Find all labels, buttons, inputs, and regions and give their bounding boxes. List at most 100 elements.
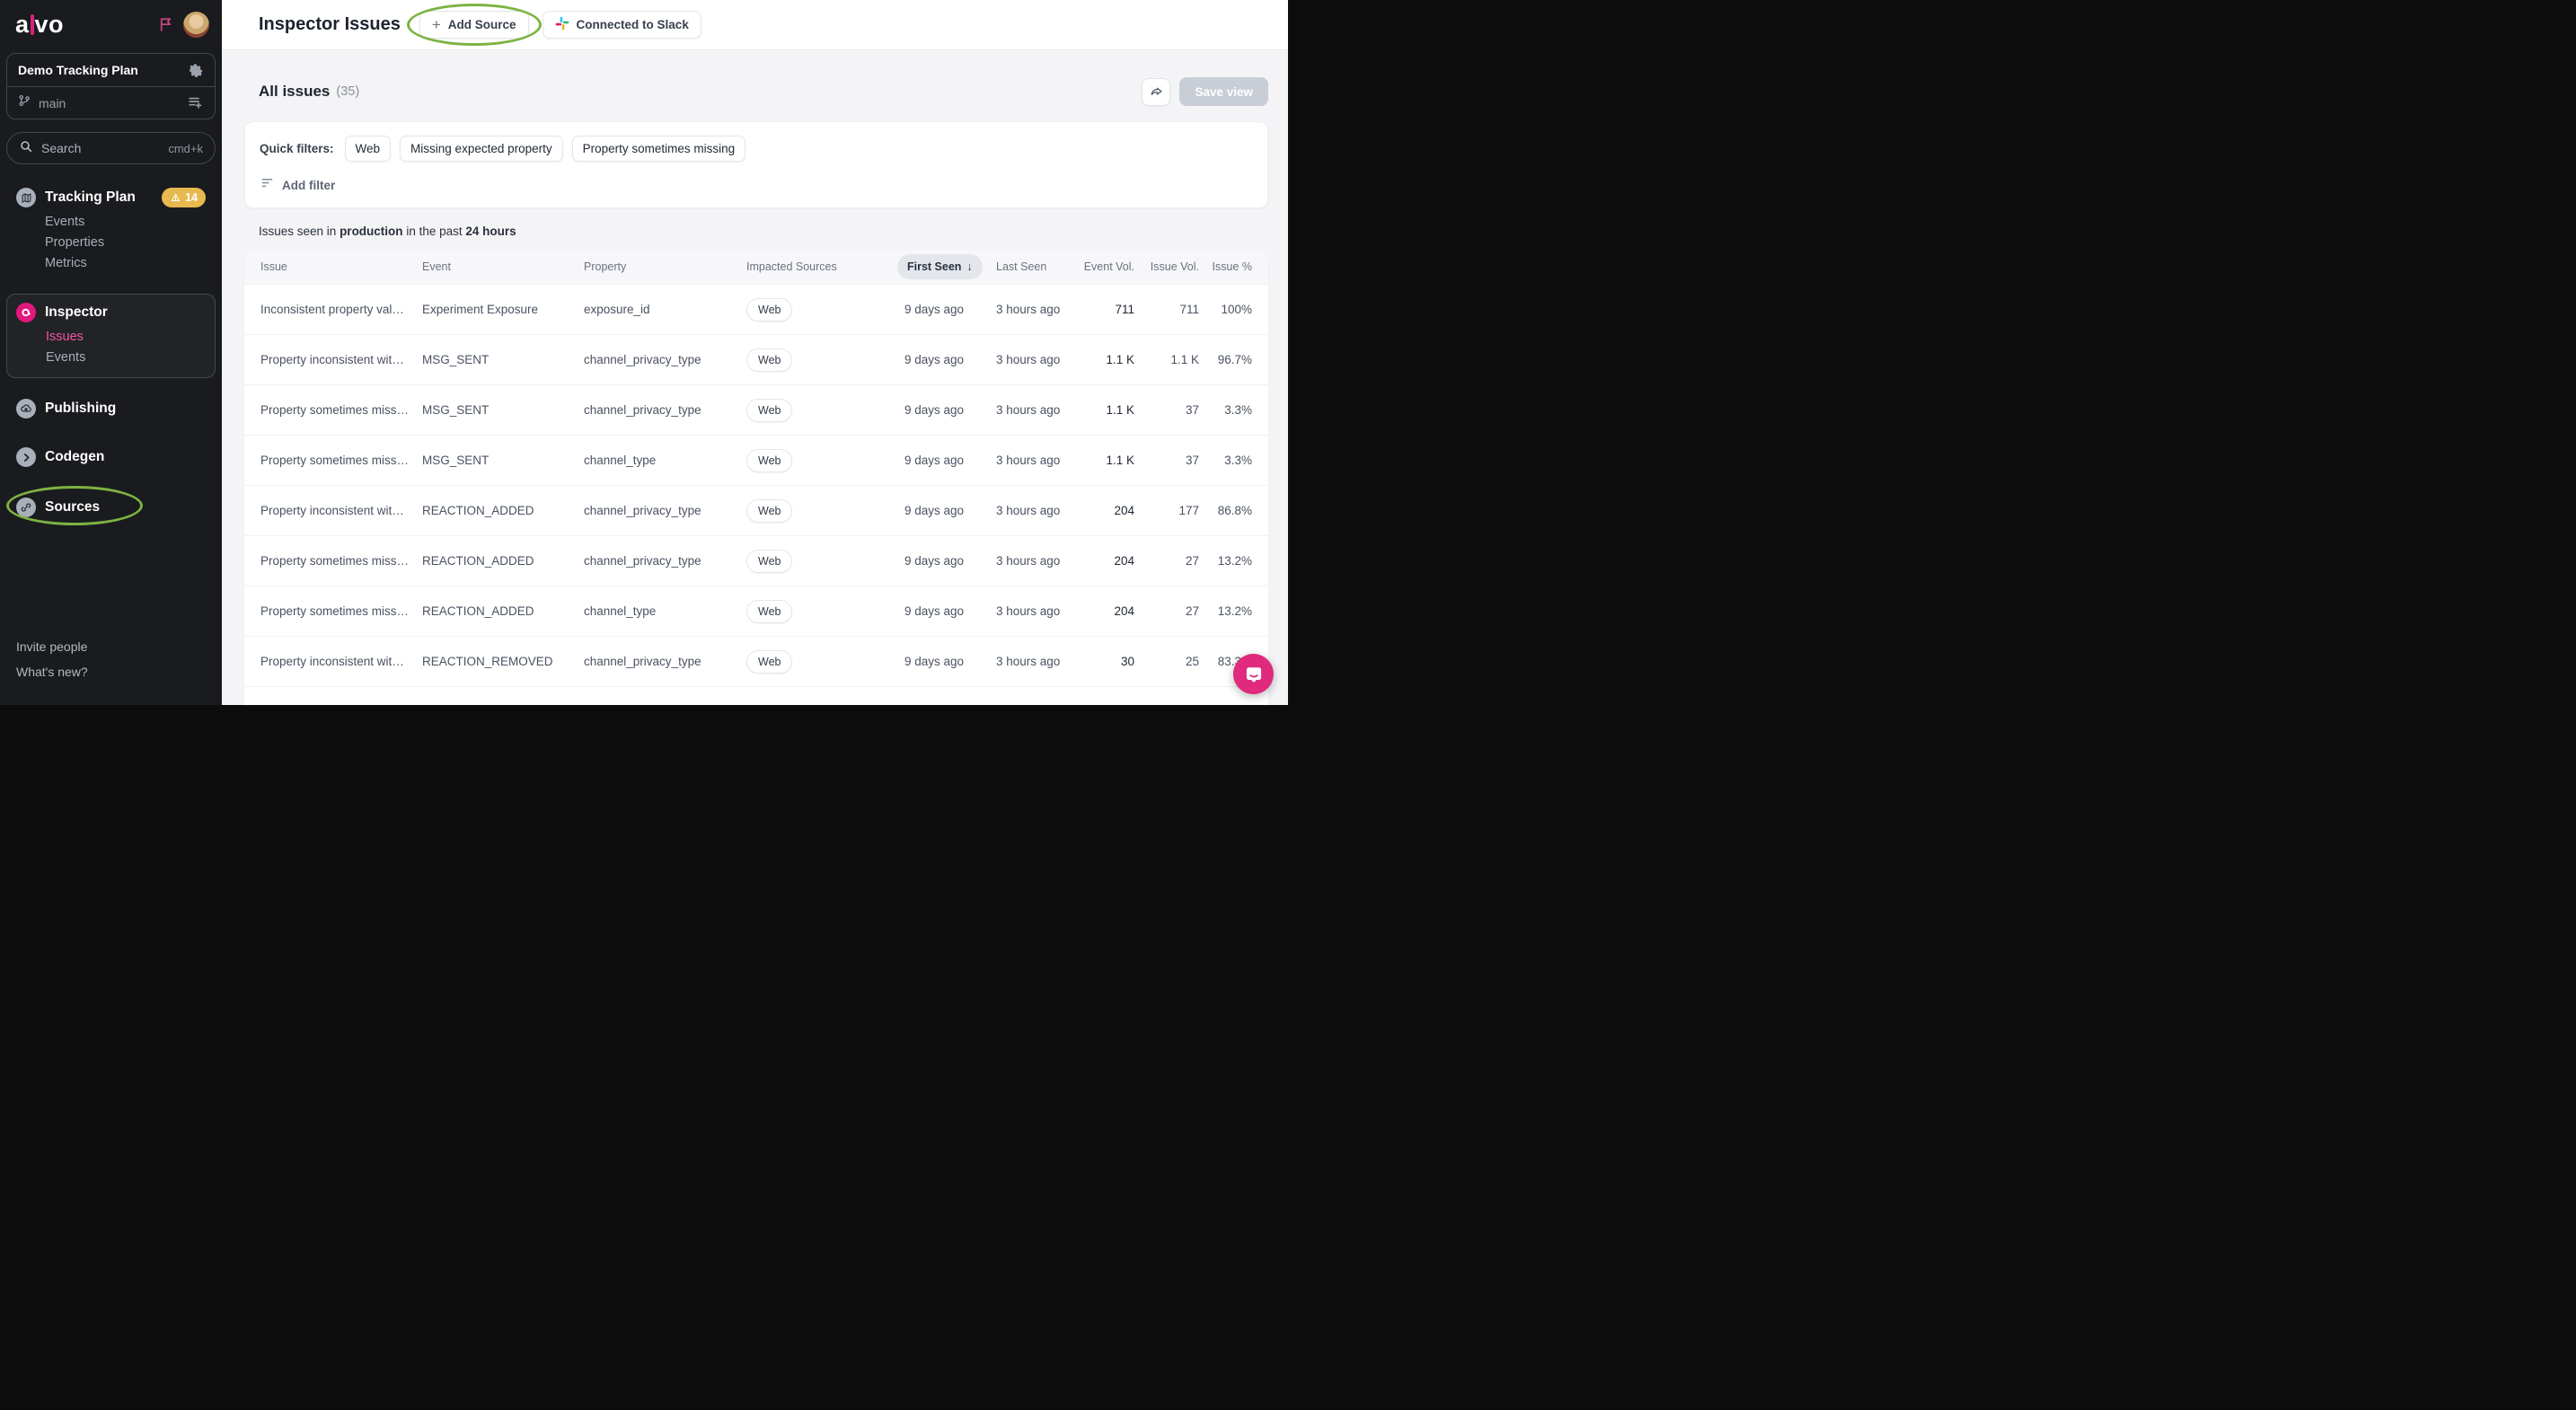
sidebar-item-inspector[interactable]: Inspector [7,299,215,326]
view-count: (35) [336,84,359,99]
content: All issues (35) Save view Quick filters:… [222,50,1288,705]
chat-bubble-button[interactable] [1233,654,1274,694]
col-issue[interactable]: Issue [260,260,422,273]
tracking-plan-sublist: Events Properties Metrics [6,212,216,274]
flag-icon[interactable] [157,15,174,34]
table-row[interactable]: Property inconsistent with tr… REACTION_… [244,485,1268,535]
avo-logo-pink-bar [31,14,34,35]
sidebar-item-codegen[interactable]: Codegen [6,444,216,471]
plus-icon: + [432,16,441,34]
source-badge: Web [746,499,792,523]
col-property[interactable]: Property [584,260,746,273]
issues-summary: Issues seen in production in the past 24… [244,225,1268,238]
table-row[interactable]: Property sometimes missing MSG_SENT chan… [244,384,1268,435]
source-badge: Web [746,348,792,372]
table-row[interactable]: Property inconsistent with tr… REACTION_… [244,636,1268,686]
source-badge: Web [746,298,792,322]
app-window: a vo Demo Tracking Plan main [0,0,1288,705]
connected-to-slack-button[interactable]: Connected to Slack [543,11,701,39]
cloud-upload-icon [16,399,36,419]
add-filter-button[interactable]: Add filter [260,176,1253,194]
sidebar-item-properties[interactable]: Properties [45,233,216,253]
sidebar-item-sources[interactable]: Sources [6,494,216,521]
branch-row[interactable]: main [7,86,215,119]
page-title: Inspector Issues [259,14,401,35]
branch-name: main [39,96,66,110]
share-button[interactable] [1142,78,1170,106]
sidebar-item-inspector-issues[interactable]: Issues [46,327,215,348]
tracking-plan-warning-badge[interactable]: 14 [162,188,206,207]
table-row[interactable]: Property sometimes missing REACTION_ADDE… [244,535,1268,586]
col-event-vol[interactable]: Event Vol. [1075,260,1134,273]
quick-filters-row: Quick filters: Web Missing expected prop… [260,136,1253,162]
sort-first-seen[interactable]: First Seen ↓ [897,254,983,279]
chevron-right-icon [16,447,36,467]
source-badge: Web [746,550,792,573]
page-header: Inspector Issues + Add Source Connected … [222,0,1288,50]
avatar[interactable] [183,12,209,38]
sidebar: a vo Demo Tracking Plan main [0,0,222,705]
filter-lines-icon [260,176,274,194]
issues-table: Issue Event Property Impacted Sources Fi… [244,250,1268,705]
sources-annotated: Sources [6,494,216,521]
source-badge: Web [746,600,792,623]
table-row[interactable]: Property inconsistent with tr… MSG_SENT … [244,334,1268,384]
table-row[interactable]: Property sometimes missing REACTION_ADDE… [244,586,1268,636]
gear-icon[interactable] [188,62,204,78]
new-branch-icon[interactable] [187,95,204,110]
search-icon [19,139,33,158]
env-production: production [340,225,403,238]
workspace-row[interactable]: Demo Tracking Plan [7,54,215,86]
whats-new-link[interactable]: What's new? [16,661,206,683]
workspace-name: Demo Tracking Plan [18,63,138,77]
source-badge: Web [746,449,792,472]
col-first-seen: First Seen ↓ [895,254,989,279]
avo-logo-a: a [15,13,30,37]
sidebar-item-publishing[interactable]: Publishing [6,395,216,422]
quick-filters-card: Quick filters: Web Missing expected prop… [244,121,1268,208]
invite-people-link[interactable]: Invite people [16,636,206,658]
share-arrow-icon [1149,84,1164,99]
save-view-button[interactable]: Save view [1179,77,1268,106]
inspector-section: Inspector Issues Events [6,294,216,378]
col-event[interactable]: Event [422,260,584,273]
filter-chip-property-sometimes-missing[interactable]: Property sometimes missing [572,136,746,162]
table-row[interactable]: Inconsistent property value t… Experimen… [244,284,1268,334]
branch-icon [18,93,31,112]
next-row-partial [244,686,1268,705]
table-row[interactable]: Property sometimes missing MSG_SENT chan… [244,435,1268,485]
search-shortcut: cmd+k [168,142,203,155]
view-bar: All issues (35) Save view [244,77,1268,106]
inspector-avo-mark-icon [16,303,36,322]
col-issue-vol[interactable]: Issue Vol. [1134,260,1199,273]
sidebar-item-inspector-events[interactable]: Events [46,348,215,368]
sidebar-item-label: Codegen [45,449,104,465]
search-input[interactable]: Search cmd+k [6,132,216,164]
sidebar-top: a vo [0,0,222,38]
sidebar-footer: Invite people What's new? [0,636,222,705]
sidebar-item-tracking-plan[interactable]: Tracking Plan 14 [6,184,216,211]
col-last-seen[interactable]: Last Seen [989,260,1075,273]
sidebar-nav: Tracking Plan 14 Events Properties Metri… [0,184,222,521]
sidebar-item-label: Inspector [45,304,108,321]
view-actions: Save view [1142,77,1268,106]
slack-icon [555,16,569,33]
avo-logo-vo: vo [35,13,65,37]
filter-chip-missing-expected-property[interactable]: Missing expected property [400,136,563,162]
sidebar-item-metrics[interactable]: Metrics [45,253,216,274]
table-header-row: Issue Event Property Impacted Sources Fi… [244,250,1268,284]
sidebar-item-label: Sources [45,499,100,516]
col-issue-pct[interactable]: Issue % [1199,260,1252,273]
map-icon [16,188,36,207]
main-area: Inspector Issues + Add Source Connected … [222,0,1288,705]
inspector-sublist: Issues Events [7,327,215,368]
sidebar-item-events[interactable]: Events [45,212,216,233]
add-source-button[interactable]: + Add Source [419,11,529,39]
filter-chip-web[interactable]: Web [345,136,392,162]
avo-logo[interactable]: a vo [15,13,64,37]
link-icon [16,498,36,517]
add-source-annotated: + Add Source [419,11,529,39]
warning-triangle-icon [170,192,181,203]
search-placeholder: Search [41,141,81,155]
col-impacted-sources[interactable]: Impacted Sources [746,260,895,273]
